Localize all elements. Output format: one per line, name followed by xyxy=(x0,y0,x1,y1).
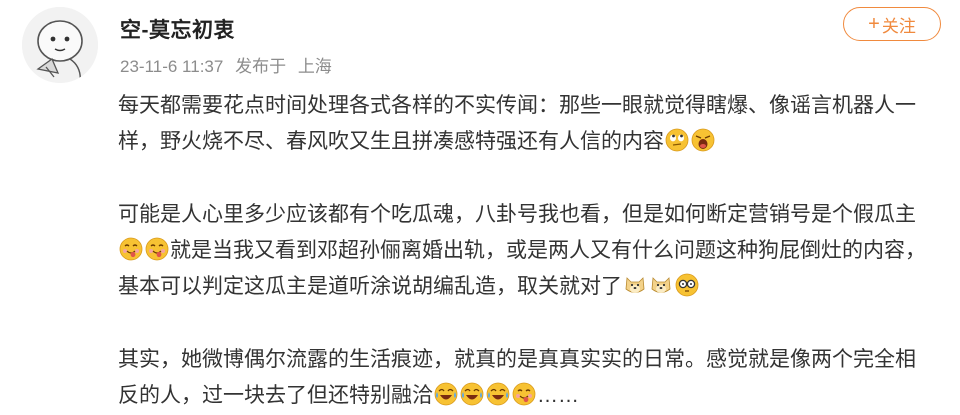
tongue-emoji-icon xyxy=(119,237,143,261)
laugh-cry-emoji-icon xyxy=(434,382,458,406)
username[interactable]: 空-莫忘初衷 xyxy=(120,14,235,44)
laugh-cry-emoji-icon xyxy=(486,382,510,406)
glasses-emoji-icon xyxy=(675,273,699,297)
published-from-label: 发布于 xyxy=(235,57,287,76)
avatar-cartoon-icon xyxy=(22,7,98,83)
paragraph-3-ellipsis: …… xyxy=(537,384,579,407)
plus-icon: + xyxy=(868,13,880,35)
paragraph-2-text-b: 就是当我又看到邓超孙俪离婚出轨，或是两人又有什么问题这种狗屁倒灶的内容，基本可以… xyxy=(118,239,926,298)
post-meta: 23-11-6 11:37 发布于 上海 xyxy=(120,52,339,77)
follow-label: 关注 xyxy=(881,16,916,36)
follow-button[interactable]: + 关注 xyxy=(843,7,941,41)
post-date: 23-11-6 11:37 xyxy=(120,57,224,76)
weibo-post-card: 空-莫忘初衷 23-11-6 11:37 发布于 上海 + 关注 每天都需要花点… xyxy=(0,0,960,415)
laugh-cry-emoji-icon xyxy=(460,382,484,406)
post-paragraph-3: 其实，她微博偶尔流露的生活痕迹，就真的是真真实实的日常。感觉就是像两个完全相反的… xyxy=(118,342,930,414)
post-paragraph-2: 可能是人心里多少应该都有个吃瓜魂，八卦号我也看，但是如何断定营销号是个假瓜主就是… xyxy=(118,197,930,305)
tongue-emoji-icon xyxy=(145,237,169,261)
doge-emoji-icon xyxy=(623,273,647,297)
paragraph-2-text-a: 可能是人心里多少应该都有个吃瓜魂，八卦号我也看，但是如何断定营销号是个假瓜主 xyxy=(118,203,916,226)
tongue-emoji-icon xyxy=(512,382,536,406)
rolling-eyes-emoji-icon xyxy=(665,128,689,152)
doge-emoji-icon xyxy=(649,273,673,297)
shocked-emoji-icon xyxy=(691,128,715,152)
paragraph-1-text: 每天都需要花点时间处理各式各样的不实传闻：那些一眼就觉得瞎爆、像谣言机器人一样，… xyxy=(118,94,916,153)
post-paragraph-1: 每天都需要花点时间处理各式各样的不实传闻：那些一眼就觉得瞎爆、像谣言机器人一样，… xyxy=(118,88,930,160)
post-location: 上海 xyxy=(297,57,332,76)
user-avatar[interactable] xyxy=(22,7,98,83)
post-body: 每天都需要花点时间处理各式各样的不实传闻：那些一眼就觉得瞎爆、像谣言机器人一样，… xyxy=(118,88,930,414)
